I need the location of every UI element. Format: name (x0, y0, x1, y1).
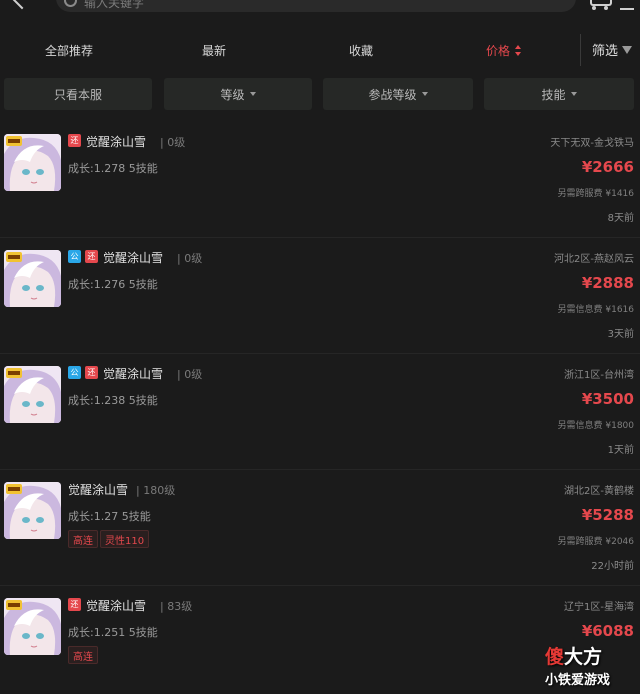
filter-this-server[interactable]: 只看本服 (4, 78, 152, 110)
search-placeholder: 输入关键字 (84, 0, 145, 10)
watermark: 傻大方 小铁爱游戏 (545, 642, 637, 688)
filter-button[interactable]: 筛选 (592, 40, 633, 59)
list-item[interactable]: 公 还 觉醒涂山雪 | 0级 成长:1.276 5技能 河北2区-燕赵风云 ¥2… (0, 238, 640, 354)
watermark-line1: 傻大方 (545, 642, 637, 669)
item-price: ¥6088 (581, 622, 634, 640)
pet-avatar (4, 598, 61, 655)
sort-tabs: 全部推荐 最新 收藏 价格 筛选 (0, 28, 640, 72)
pet-avatar (4, 482, 61, 539)
item-growth: 成长:1.27 5技能 (68, 510, 151, 523)
filter-level-label: 等级 (220, 87, 245, 102)
item-price: ¥2888 (581, 274, 634, 292)
tag-row: 高连 灵性110 (68, 530, 188, 548)
item-name: 觉醒涂山雪 (68, 483, 129, 497)
search-icon (64, 0, 77, 7)
top-bar: 输入关键字 (0, 0, 640, 14)
tab-price-label: 价格 (486, 44, 511, 58)
funnel-icon (622, 46, 633, 54)
list-item[interactable]: 还 觉醒涂山雪 | 0级 成长:1.278 5技能 天下无双-金戈铁马 ¥266… (0, 122, 640, 238)
tab-price[interactable]: 价格 (486, 42, 522, 59)
filter-level[interactable]: 等级 (164, 78, 312, 110)
item-server: 辽宁1区-星海湾 (564, 602, 634, 613)
tag-row: 高连 (68, 646, 108, 664)
item-server: 湖北2区-黄鹤楼 (564, 486, 634, 497)
back-arrow-icon[interactable] (10, 0, 34, 10)
watermark-line2: 小铁爱游戏 (545, 673, 611, 688)
filter-label: 筛选 (592, 44, 619, 59)
item-growth: 成长:1.251 5技能 (68, 626, 158, 639)
caret-down-icon (249, 92, 256, 96)
tag-gaolian: 高连 (68, 530, 98, 548)
item-level-value: 0级 (184, 368, 203, 381)
public-badge: 公 (68, 250, 81, 263)
item-name: 觉醒涂山雪 (86, 135, 147, 149)
cart-wheel (592, 6, 596, 10)
pet-avatar (4, 134, 61, 191)
item-level: | 180级 (136, 484, 176, 497)
item-level-value: 0级 (184, 252, 203, 265)
tab-all-recommend[interactable]: 全部推荐 (45, 42, 93, 59)
status-badge: 还 (68, 134, 81, 147)
tab-favorites[interactable]: 收藏 (349, 42, 373, 59)
item-growth: 成长:1.278 5技能 (68, 162, 158, 175)
status-badge: 还 (85, 366, 98, 379)
tab-divider (580, 34, 581, 66)
item-level: | 83级 (160, 600, 193, 613)
item-level-value: 83级 (167, 600, 193, 613)
item-time: 8天前 (607, 213, 634, 224)
caret-down-icon (570, 92, 577, 96)
watermark-line1-a: 傻 (545, 646, 565, 668)
item-server: 浙江1区-台州湾 (564, 370, 634, 381)
list-item[interactable]: 公 还 觉醒涂山雪 | 0级 成长:1.238 5技能 浙江1区-台州湾 ¥35… (0, 354, 640, 470)
item-price: ¥3500 (581, 390, 634, 408)
cart-wheel (604, 6, 608, 10)
item-level-value: 180级 (143, 484, 176, 497)
filter-battle-level-label: 参战等级 (368, 87, 417, 102)
item-level: | 0级 (177, 252, 203, 265)
item-server: 天下无双-金戈铁马 (550, 138, 634, 149)
item-time: 3天前 (607, 329, 634, 340)
tab-latest[interactable]: 最新 (202, 42, 226, 59)
watermark-line1-b: 大方 (564, 646, 603, 668)
status-badge: 还 (85, 250, 98, 263)
filter-skills[interactable]: 技能 (484, 78, 634, 110)
menu-icon[interactable] (620, 0, 634, 10)
item-level: | 0级 (177, 368, 203, 381)
item-time: 1天前 (607, 445, 634, 456)
sort-arrows-icon (514, 45, 522, 57)
item-name: 觉醒涂山雪 (86, 599, 147, 613)
public-badge: 公 (68, 366, 81, 379)
filter-battle-level[interactable]: 参战等级 (323, 78, 473, 110)
item-price: ¥5288 (581, 506, 634, 524)
item-time: 22小时前 (591, 561, 634, 572)
status-badge: 还 (68, 598, 81, 611)
item-growth: 成长:1.276 5技能 (68, 278, 158, 291)
filter-skills-label: 技能 (541, 87, 566, 102)
item-name: 觉醒涂山雪 (103, 367, 164, 381)
item-level: | 0级 (160, 136, 186, 149)
item-fee: 另需跨服费 ¥1416 (557, 189, 635, 199)
item-fee: 另需跨服费 ¥2046 (557, 537, 635, 547)
filter-this-server-label: 只看本服 (53, 87, 102, 102)
item-name: 觉醒涂山雪 (103, 251, 164, 265)
pet-avatar (4, 366, 61, 423)
tag-gaolian: 高连 (68, 646, 98, 664)
caret-down-icon (421, 92, 428, 96)
pet-avatar (4, 250, 61, 307)
item-level-value: 0级 (167, 136, 186, 149)
item-fee: 另需信息费 ¥1616 (557, 305, 635, 315)
item-growth: 成长:1.238 5技能 (68, 394, 158, 407)
search-input[interactable]: 输入关键字 (56, 0, 576, 12)
item-fee: 另需信息费 ¥1800 (557, 421, 635, 431)
tag-lingxing: 灵性110 (100, 530, 150, 548)
item-price: ¥2666 (581, 158, 634, 176)
list-item[interactable]: 觉醒涂山雪 | 180级 成长:1.27 5技能 高连 灵性110 湖北2区-黄… (0, 470, 640, 586)
item-server: 河北2区-燕赵风云 (554, 254, 634, 265)
list-item[interactable]: 还 觉醒涂山雪 | 83级 成长:1.251 5技能 高连 辽宁1区-星海湾 ¥… (0, 586, 640, 694)
